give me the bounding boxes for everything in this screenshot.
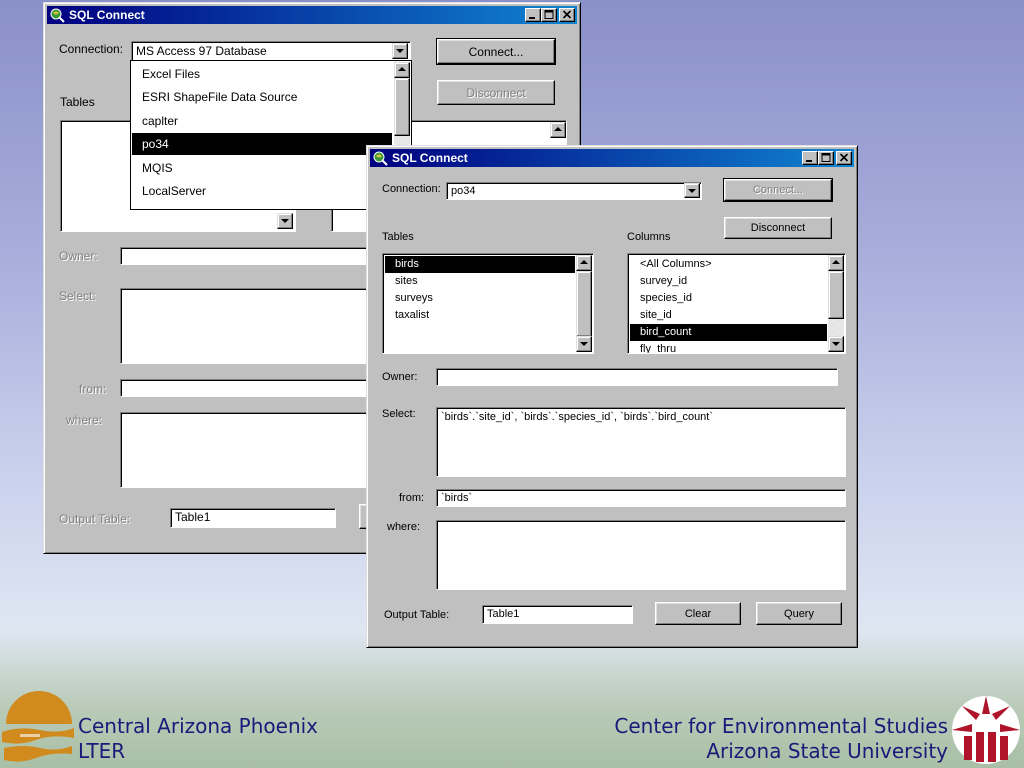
select-label: Select: <box>59 289 96 303</box>
dropdown-scroll-thumb[interactable] <box>394 78 410 136</box>
dropdown-option-mqis[interactable]: MQIS <box>132 157 392 179</box>
owner-label: Owner: <box>59 249 98 263</box>
column-item-species-id[interactable]: species_id <box>630 290 827 307</box>
connect-button[interactable]: Connect... <box>723 178 833 202</box>
output-table-label: Output Table: <box>59 512 131 526</box>
footer-right: Center for Environmental Studies Arizona… <box>614 714 948 764</box>
magnifier-globe-icon <box>373 151 388 166</box>
connection-combo-arrow[interactable] <box>392 43 408 59</box>
footer-university-name: Arizona State University <box>706 739 948 763</box>
minimize-icon <box>529 17 535 19</box>
tables-label: Tables <box>382 231 414 243</box>
dropdown-option-po34[interactable]: po34 <box>132 133 392 155</box>
query-button[interactable]: Query <box>756 602 842 625</box>
connection-value: MS Access 97 Database <box>136 44 267 58</box>
footer-org-program: LTER <box>78 739 126 763</box>
table-item-taxalist[interactable]: taxalist <box>385 307 575 324</box>
maximize-button[interactable] <box>818 151 834 165</box>
where-field[interactable] <box>436 520 846 590</box>
where-label: where: <box>387 521 421 533</box>
dropdown-option-excel-files[interactable]: Excel Files <box>132 63 392 85</box>
from-value: `birds` <box>441 492 473 504</box>
connection-combo[interactable]: MS Access 97 Database <box>131 41 411 61</box>
connection-label: Connection: <box>382 183 441 195</box>
columns-label: Columns <box>627 231 671 243</box>
dropdown-scroll-up[interactable] <box>394 62 410 78</box>
owner-label: Owner: <box>382 371 418 383</box>
select-field[interactable]: `birds`.`site_id`, `birds`.`species_id`,… <box>436 407 846 477</box>
tables-scroll-down[interactable] <box>576 336 592 352</box>
tables-scroll-thumb[interactable] <box>576 271 592 337</box>
column-item-bird-count[interactable]: bird_count <box>630 324 827 341</box>
footer-org-name: Central Arizona Phoenix <box>78 714 319 738</box>
dropdown-option-caplter[interactable]: caplter <box>132 110 392 132</box>
close-button[interactable] <box>559 8 575 22</box>
footer-left: Central Arizona Phoenix LTER <box>78 714 318 764</box>
columns-scroll-up[interactable] <box>828 255 844 271</box>
columns-scroll-thumb[interactable] <box>828 271 844 319</box>
columns-listbox[interactable]: <All Columns> survey_id species_id site_… <box>627 253 846 354</box>
connection-value: po34 <box>451 185 476 197</box>
column-item-all-columns[interactable]: <All Columns> <box>630 256 827 273</box>
disconnect-button[interactable]: Disconnect <box>724 217 832 239</box>
dropdown-option-esri-shapefile[interactable]: ESRI ShapeFile Data Source <box>132 86 392 108</box>
maximize-button[interactable] <box>541 8 557 22</box>
tables-label: Tables <box>60 95 95 109</box>
output-table-field[interactable]: Table1 <box>482 605 633 624</box>
disconnect-button[interactable]: Disconnect <box>437 80 555 105</box>
column-item-fly-thru[interactable]: fly_thru <box>630 341 827 353</box>
front-window-titlebar[interactable]: SQL Connect <box>370 149 854 167</box>
front-window-title: SQL Connect <box>392 151 468 165</box>
connection-combo[interactable]: po34 <box>446 182 702 200</box>
columns-scrollbar[interactable] <box>828 255 844 352</box>
clear-button[interactable]: Clear <box>655 602 741 625</box>
output-table-label: Output Table: <box>384 609 450 621</box>
close-icon <box>839 153 849 162</box>
table-item-birds[interactable]: birds <box>385 256 575 273</box>
connection-combo-arrow[interactable] <box>684 183 700 198</box>
minimize-icon <box>806 160 812 162</box>
back-window-title: SQL Connect <box>69 8 145 22</box>
front-window: SQL Connect Connection: po34 Connect... … <box>366 145 858 648</box>
connection-label: Connection: <box>59 42 124 56</box>
tables-scroll-down[interactable] <box>277 213 293 229</box>
from-field[interactable]: `birds` <box>436 489 846 507</box>
output-table-value: Table1 <box>487 608 520 620</box>
maximize-icon <box>821 153 831 162</box>
where-label: where: <box>66 413 103 427</box>
from-label: from: <box>79 382 107 396</box>
magnifier-globe-icon <box>50 8 65 23</box>
back-window-titlebar[interactable]: SQL Connect <box>47 6 577 24</box>
owner-field[interactable] <box>436 368 838 386</box>
minimize-button[interactable] <box>525 8 541 22</box>
output-table-field[interactable]: Table1 <box>170 508 336 528</box>
tables-listbox[interactable]: birds sites surveys taxalist <box>382 253 594 354</box>
columns-scroll-up[interactable] <box>550 122 566 138</box>
cap-lter-logo-icon <box>2 691 74 762</box>
table-item-surveys[interactable]: surveys <box>385 290 575 307</box>
tables-scrollbar[interactable] <box>576 255 592 352</box>
connect-button[interactable]: Connect... <box>436 38 556 65</box>
from-label: from: <box>399 492 425 504</box>
close-icon <box>562 10 572 19</box>
tables-scroll-up[interactable] <box>576 255 592 271</box>
footer-center-name: Center for Environmental Studies <box>614 714 948 738</box>
maximize-icon <box>544 10 554 19</box>
dropdown-option-localserver[interactable]: LocalServer <box>132 180 392 202</box>
output-table-value: Table1 <box>175 510 211 524</box>
columns-scroll-down[interactable] <box>828 336 844 352</box>
table-item-sites[interactable]: sites <box>385 273 575 290</box>
select-label: Select: <box>382 408 416 420</box>
column-item-site-id[interactable]: site_id <box>630 307 827 324</box>
asu-ces-logo-icon <box>952 696 1020 764</box>
column-item-survey-id[interactable]: survey_id <box>630 273 827 290</box>
select-value: `birds`.`site_id`, `birds`.`species_id`,… <box>441 411 714 423</box>
close-button[interactable] <box>836 151 852 165</box>
minimize-button[interactable] <box>802 151 818 165</box>
